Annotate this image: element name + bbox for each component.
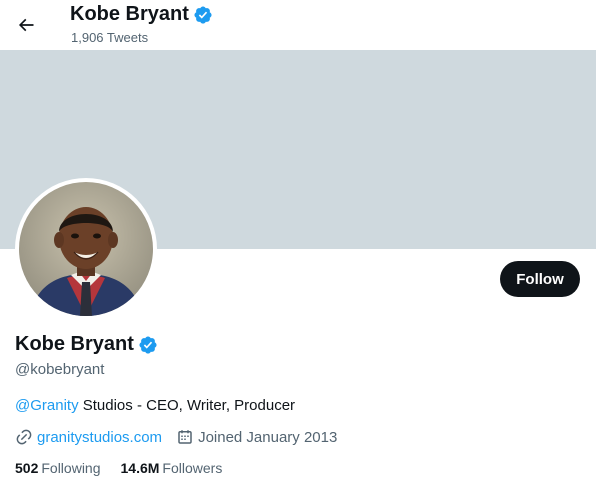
website-item: granitystudios.com bbox=[15, 428, 162, 446]
profile-name: Kobe Bryant bbox=[15, 333, 158, 356]
avatar-image bbox=[19, 182, 153, 316]
joined-item: Joined January 2013 bbox=[176, 428, 337, 446]
followers-label: Followers bbox=[162, 460, 223, 476]
following-count: 502 bbox=[15, 460, 39, 476]
calendar-icon bbox=[178, 430, 192, 444]
tweet-count: 1,906 Tweets bbox=[71, 30, 149, 45]
follow-counts: 502 Following 14.6M Followers bbox=[15, 460, 242, 476]
profile-bio: @Granity Studios - CEO, Writer, Producer bbox=[15, 397, 295, 414]
joined-date: Joined January 2013 bbox=[198, 428, 338, 446]
website-link[interactable]: granitystudios.com bbox=[37, 429, 162, 446]
header-title: Kobe Bryant bbox=[70, 3, 213, 26]
top-bar: Kobe Bryant 1,906 Tweets bbox=[0, 0, 596, 50]
bio-mention-link[interactable]: @Granity bbox=[15, 397, 79, 414]
followers-count: 14.6M bbox=[120, 460, 160, 476]
following-link[interactable]: 502 Following bbox=[15, 460, 101, 476]
verified-badge-icon bbox=[194, 5, 212, 24]
bio-text: Studios - CEO, Writer, Producer bbox=[78, 397, 296, 414]
profile-handle: @kobebryant bbox=[15, 361, 105, 378]
follow-button[interactable]: Follow bbox=[500, 261, 580, 297]
followers-link[interactable]: 14.6M Followers bbox=[121, 460, 223, 476]
following-label: Following bbox=[41, 460, 101, 476]
back-arrow-icon bbox=[18, 18, 34, 32]
display-name-text: Kobe Bryant bbox=[15, 333, 134, 355]
header-name: Kobe Bryant bbox=[70, 3, 189, 25]
profile-meta: granitystudios.com Joined January 2013 bbox=[15, 428, 351, 446]
verified-badge-icon[interactable] bbox=[138, 335, 158, 355]
back-button[interactable] bbox=[9, 8, 43, 42]
link-icon bbox=[16, 429, 32, 445]
avatar[interactable] bbox=[15, 178, 157, 320]
